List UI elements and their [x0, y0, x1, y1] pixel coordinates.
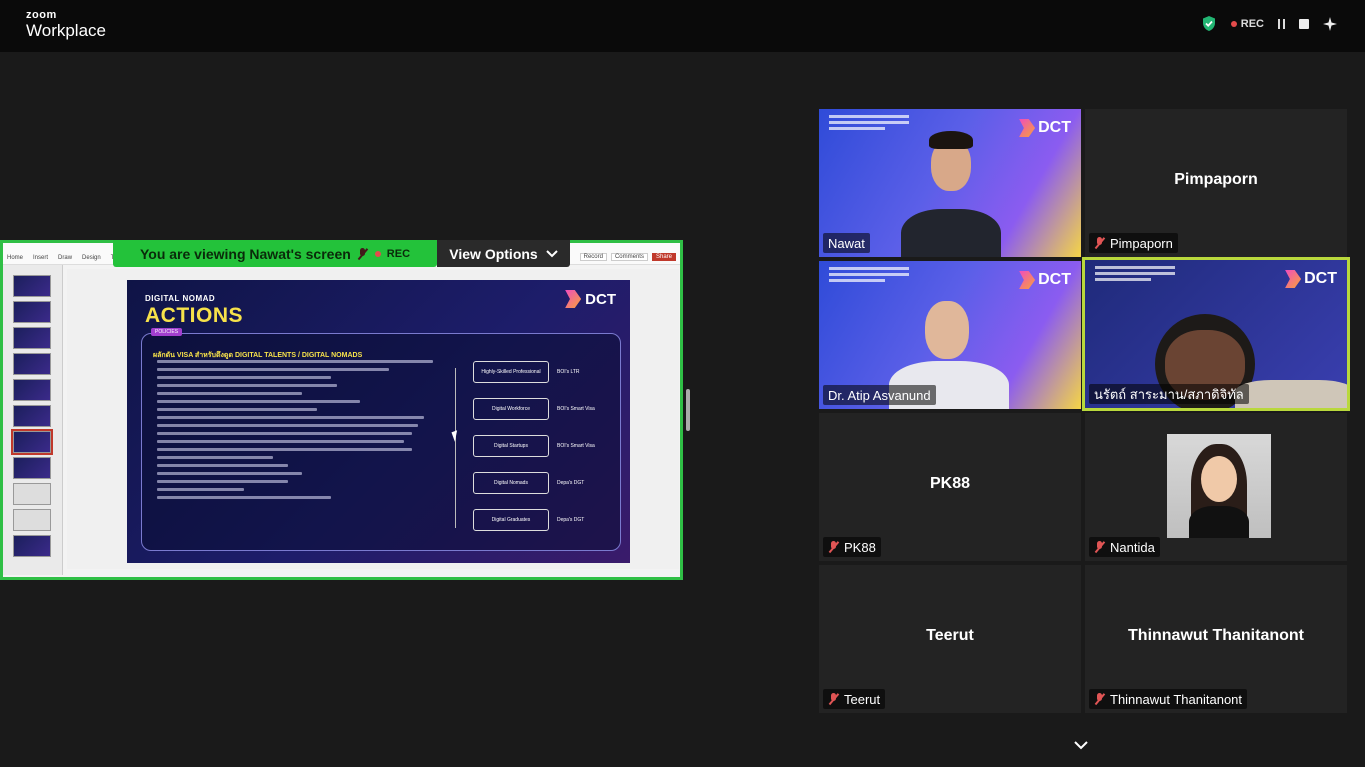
participant-display-name: Thinnawut Thanitanont	[1128, 627, 1304, 644]
slide-thumbnail[interactable]	[13, 353, 51, 375]
visa-program-label: BOI's LTR	[557, 369, 580, 375]
toolbar-action-button[interactable]: Record	[579, 253, 607, 261]
participant-name: นรัตถ์ สาระมาน/สภาดิจิทัล	[1094, 386, 1244, 402]
slide-divider	[455, 368, 456, 528]
participant-name-tag: Dr. Atip Asvanund	[823, 385, 936, 405]
slide-thumbnail[interactable]	[13, 509, 51, 531]
toolbar-menu-item[interactable]: Design	[82, 255, 101, 261]
visa-program-label: Depa's DGT	[557, 480, 585, 486]
participant-name-tag: Thinnawut Thanitanont	[1089, 689, 1248, 709]
participant-name: PK88	[844, 539, 876, 555]
participant-tile[interactable]: DCT Nawat	[819, 109, 1081, 257]
toolbar-actions: Record Comments Share	[579, 253, 676, 261]
slide-thumbnails[interactable]	[3, 265, 63, 575]
slide-thumbnail[interactable]	[13, 379, 51, 401]
current-slide: DIGITAL NOMAD ACTIONS DCT POLICIES ผลักด…	[127, 280, 630, 563]
recording-label: REC	[1240, 17, 1264, 30]
slide-thumbnail[interactable]	[13, 483, 51, 505]
dct-mark-icon	[565, 290, 582, 308]
logo-product: Workplace	[26, 21, 106, 40]
mic-off-icon	[357, 247, 369, 260]
toolbar-menu-item[interactable]: Insert	[33, 255, 48, 261]
participant-name-tag: Nantida	[1089, 537, 1160, 557]
visa-category-box: Digital Startups	[473, 435, 549, 457]
dct-label: DCT	[585, 290, 616, 308]
participant-name: Teerut	[844, 691, 881, 707]
participant-tile[interactable]: DCT นรัตถ์ สาระมาน/สภาดิจิทัล	[1082, 257, 1350, 411]
zoom-logo: zoom Workplace	[26, 9, 106, 40]
participant-name-tag: Nawat	[823, 233, 870, 253]
visa-program-label: BOI's Smart Visa	[557, 443, 595, 449]
visa-category-box: Highly-Skilled Professional	[473, 361, 549, 383]
dct-logo: DCT	[565, 290, 616, 308]
participant-tile[interactable]: Teerut Teerut	[819, 565, 1081, 713]
chevron-down-icon[interactable]	[1074, 738, 1088, 752]
viewing-banner: You are viewing Nawat's screen REC	[113, 240, 437, 267]
participant-display-name: PK88	[929, 475, 971, 492]
banner-rec-label: REC	[386, 247, 411, 260]
toolbar-action-button[interactable]: Share	[651, 253, 676, 261]
participant-name-tag: Teerut	[823, 689, 886, 709]
slide-title: ACTIONS	[145, 304, 243, 327]
visa-program-label: Depa's DGT	[557, 517, 585, 523]
record-dot-icon	[374, 250, 381, 257]
participant-tile[interactable]: DCT Dr. Atip Asvanund	[819, 261, 1081, 409]
recording-controls: REC	[1201, 15, 1337, 32]
slide-thumbnail[interactable]	[13, 535, 51, 557]
participant-tile[interactable]: Nantida	[1085, 413, 1347, 561]
viewing-text: You are viewing Nawat's screen	[139, 245, 351, 262]
participant-name-tag: Pimpaporn	[1089, 233, 1178, 253]
participant-name: Nawat	[828, 235, 865, 251]
shared-screen[interactable]: HomeInsertDrawDesignTransitions RecordCo…	[0, 240, 683, 580]
chevron-down-icon	[546, 249, 558, 257]
visa-category-box: Digital Nomads	[473, 472, 549, 494]
mic-off-icon	[1094, 237, 1106, 249]
top-bar: zoom Workplace REC	[0, 0, 1365, 52]
participant-tile[interactable]: Thinnawut Thanitanont Thinnawut Thanitano…	[1085, 565, 1347, 713]
visa-program-label: BOI's Smart Visa	[557, 406, 595, 412]
slide-thumbnail[interactable]	[13, 457, 51, 479]
resize-handle[interactable]	[686, 389, 690, 431]
logo-brand: zoom	[26, 9, 57, 21]
participant-tile[interactable]: Pimpaporn Pimpaporn	[1085, 109, 1347, 257]
mic-off-icon	[1094, 541, 1106, 553]
visa-category-box: Digital Workforce	[473, 398, 549, 420]
slide-thumbnail[interactable]	[13, 275, 51, 297]
slide-body-text	[157, 360, 447, 504]
recording-indicator: REC	[1230, 17, 1264, 30]
slide-pill: POLICIES	[151, 328, 183, 336]
participant-video	[1167, 434, 1271, 538]
slide-thumbnail[interactable]	[13, 301, 51, 323]
stop-icon[interactable]	[1299, 18, 1309, 29]
participant-name: Nantida	[1110, 539, 1155, 555]
participant-name: Dr. Atip Asvanund	[828, 387, 931, 403]
shield-check-icon[interactable]	[1201, 15, 1217, 32]
participant-display-name: Pimpaporn	[1174, 171, 1258, 188]
view-options-button[interactable]: View Options	[437, 240, 570, 267]
mic-off-icon	[1094, 693, 1106, 705]
toolbar-menu-item[interactable]: Draw	[58, 255, 72, 261]
mic-off-icon	[828, 541, 840, 553]
participant-name: Pimpaporn	[1110, 235, 1173, 251]
slide-thumbnail[interactable]	[13, 327, 51, 349]
participant-display-name: Teerut	[926, 627, 974, 644]
zoom-window: zoom Workplace REC Home Insert Draw Design T…	[0, 0, 1365, 767]
record-dot-icon	[1230, 20, 1237, 27]
slide-kicker: DIGITAL NOMAD	[145, 294, 216, 303]
participant-name-tag: PK88	[823, 537, 881, 557]
toolbar-action-button[interactable]: Comments	[610, 253, 648, 261]
visa-category-box: Digital Graduates	[473, 509, 549, 531]
participant-tile[interactable]: PK88 PK88	[819, 413, 1081, 561]
mic-off-icon	[828, 693, 840, 705]
pause-icon[interactable]	[1278, 18, 1285, 29]
sparkle-icon[interactable]	[1323, 16, 1337, 31]
slide-thumbnail-active[interactable]	[11, 429, 53, 455]
toolbar-menu-item[interactable]: Home	[7, 255, 23, 261]
slide-thumbnail[interactable]	[13, 405, 51, 427]
view-options-label: View Options	[449, 245, 538, 262]
participant-name-tag: นรัตถ์ สาระมาน/สภาดิจิทัล	[1089, 384, 1249, 404]
participant-name: Thinnawut Thanitanont	[1110, 691, 1243, 707]
